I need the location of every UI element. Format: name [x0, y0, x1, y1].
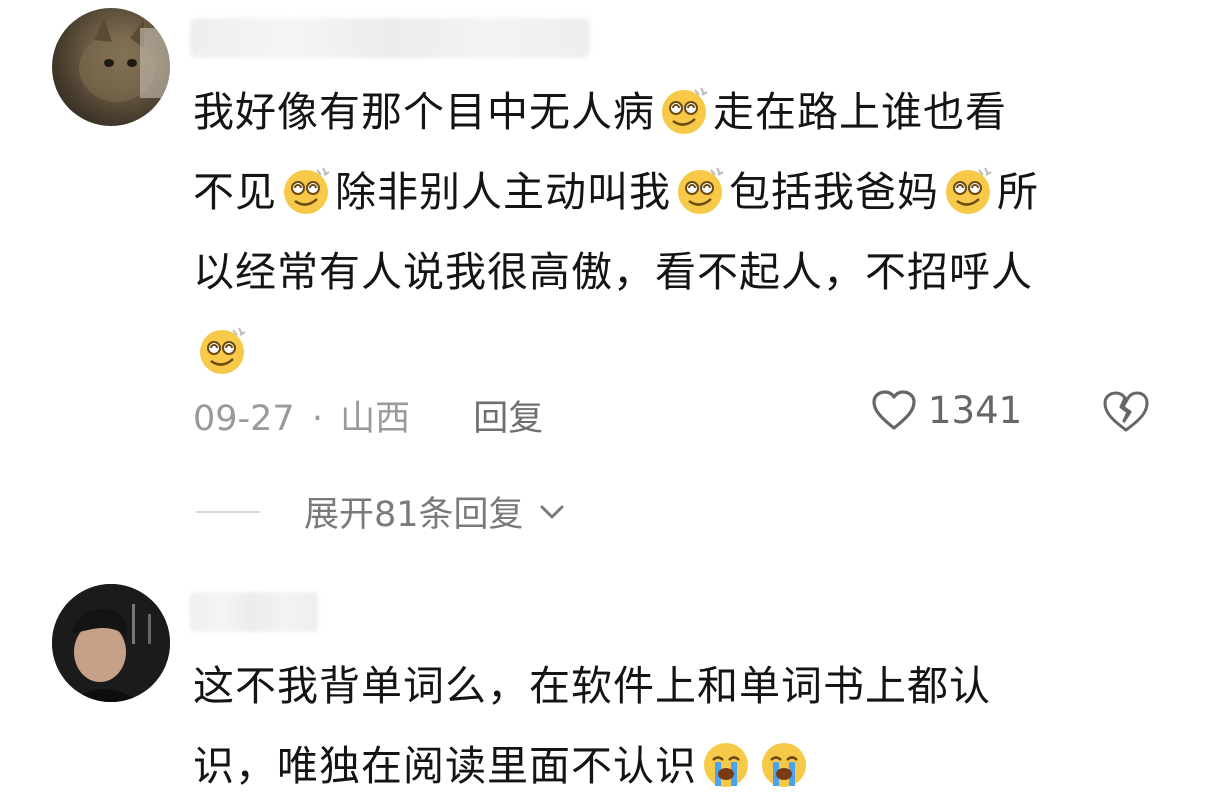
broken-heart-icon	[1103, 391, 1149, 432]
avatar[interactable]	[52, 584, 170, 702]
username-blurred[interactable]	[190, 592, 318, 632]
avatar[interactable]	[52, 8, 170, 126]
meta-separator: ·	[311, 399, 323, 439]
divider-line	[196, 510, 260, 513]
comment-text: 我好像有那个目中无人病 走在路上谁也看 不见 除非别人主动叫我 包括我爸妈所 以经常有…	[193, 72, 1173, 392]
dizzy-face-emoji	[655, 84, 713, 136]
like-count: 1341	[928, 388, 1023, 432]
dislike-button[interactable]	[1100, 388, 1152, 438]
comment-meta: 09-27 · 山西 回复	[193, 390, 543, 441]
dizzy-face-emoji	[671, 164, 729, 216]
reply-button[interactable]: 回复	[473, 399, 543, 439]
expand-replies-button[interactable]: 展开81条回复	[196, 486, 566, 537]
crying-face-emoji	[755, 738, 813, 790]
comment-text: 这不我背单词么，在软件上和单词书上都认 识，唯独在阅读里面不认识	[193, 662, 991, 790]
dizzy-face-emoji	[277, 164, 335, 216]
crying-face-emoji	[697, 738, 755, 790]
like-button[interactable]: 1341	[870, 388, 1022, 432]
username-blurred[interactable]	[190, 18, 590, 58]
expand-replies-label: 展开81条回复	[304, 495, 524, 535]
comment-location: 山西	[340, 399, 411, 439]
dizzy-face-emoji	[193, 324, 251, 376]
dizzy-face-emoji	[939, 164, 997, 216]
chevron-down-icon	[540, 505, 564, 518]
heart-outline-icon	[872, 390, 916, 430]
comment-date: 09-27	[193, 399, 295, 439]
